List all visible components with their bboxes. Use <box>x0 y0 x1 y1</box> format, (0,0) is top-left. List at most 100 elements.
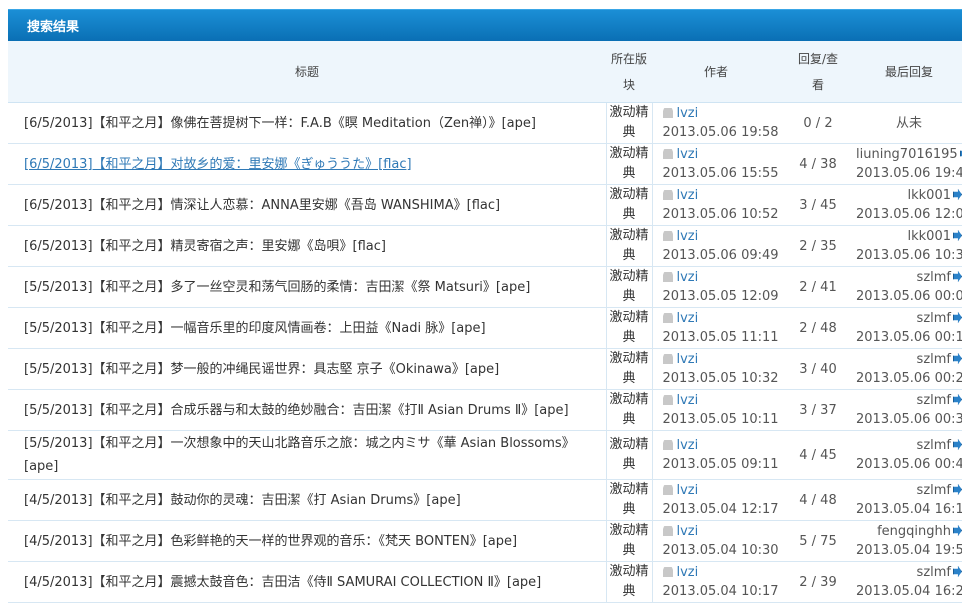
board-link[interactable]: 激动精 <box>609 269 648 284</box>
author-link[interactable]: lvzi <box>677 147 699 162</box>
author-cell: lvzi 2013.05.06 10:52 <box>652 184 780 226</box>
user-icon <box>662 440 673 450</box>
board-link-cont[interactable]: 典 <box>622 584 635 599</box>
goto-last-post-icon[interactable] <box>953 566 962 577</box>
author-link[interactable]: lvzi <box>677 352 699 367</box>
last-reply-cell: lkk001 2013.05.06 10:31 <box>856 225 962 267</box>
board-link-cont[interactable]: 典 <box>622 412 635 427</box>
board-link[interactable]: 激动精 <box>609 146 648 161</box>
goto-last-post-icon[interactable] <box>953 353 962 364</box>
last-reply-cell: fengqinghh 2013.05.04 19:55 <box>856 520 962 562</box>
last-reply-user-link[interactable]: szlmf <box>917 311 951 326</box>
goto-last-post-icon[interactable] <box>953 312 962 323</box>
goto-last-post-icon[interactable] <box>953 230 962 241</box>
thread-title-link[interactable]: [5/5/2013]【和平之月】合成乐器与和太鼓的绝妙融合：吉田潔《打Ⅱ Asi… <box>24 403 569 418</box>
thread-title-cell: [6/5/2013]【和平之月】像佛在菩提树下一样：F.A.B《瞑 Medita… <box>8 102 606 144</box>
thread-title-link[interactable]: [6/5/2013]【和平之月】精灵寄宿之声：里安娜《岛唄》[flac] <box>24 239 386 254</box>
table-header-row: 标题 所在版 块 作者 回复/查 看 最后回复 <box>8 41 962 103</box>
thread-title-link[interactable]: [4/5/2013]【和平之月】鼓动你的灵魂：吉田潔《打 Asian Drums… <box>24 493 461 508</box>
user-icon <box>662 567 673 577</box>
author-link[interactable]: lvzi <box>677 188 699 203</box>
last-reply-user-link[interactable]: szlmf <box>917 270 951 285</box>
board-link[interactable]: 激动精 <box>609 523 648 538</box>
board-link-cont[interactable]: 典 <box>622 166 635 181</box>
thread-title-cell: [4/5/2013]【和平之月】震撼太鼓音色：吉田洁《侍Ⅱ SAMURAI CO… <box>8 561 606 603</box>
goto-last-post-icon[interactable] <box>953 394 962 405</box>
thread-title-cell: [6/5/2013]【和平之月】情深让人恋慕：ANNA里安娜《吾岛 WANSHI… <box>8 184 606 226</box>
board-cell: 激动精 典 <box>605 307 653 349</box>
board-link[interactable]: 激动精 <box>609 228 648 243</box>
board-link[interactable]: 激动精 <box>609 392 648 407</box>
board-link[interactable]: 激动精 <box>609 482 648 497</box>
goto-last-post-icon[interactable] <box>953 439 962 450</box>
author-cell: lvzi 2013.05.05 11:11 <box>652 307 780 349</box>
board-link[interactable]: 激动精 <box>609 310 648 325</box>
board-cell: 激动精 典 <box>605 561 653 603</box>
last-reply-cell: szlmf 2013.05.06 00:33 <box>856 389 962 431</box>
author-link[interactable]: lvzi <box>677 565 699 580</box>
author-link[interactable]: lvzi <box>677 311 699 326</box>
user-icon <box>662 313 673 323</box>
board-link-cont[interactable]: 典 <box>622 457 635 472</box>
last-reply-user-link[interactable]: liuning7016195 <box>856 147 958 162</box>
thread-title-link[interactable]: [5/5/2013]【和平之月】多了一丝空灵和荡气回肠的柔情：吉田潔《祭 Mat… <box>24 280 530 295</box>
board-link-cont[interactable]: 典 <box>622 502 635 517</box>
board-link-cont[interactable]: 典 <box>622 543 635 558</box>
board-link-cont[interactable]: 典 <box>622 330 635 345</box>
author-link[interactable]: lvzi <box>677 106 699 121</box>
board-link[interactable]: 激动精 <box>609 351 648 366</box>
board-link[interactable]: 激动精 <box>609 437 648 452</box>
post-date: 2013.05.04 10:17 <box>662 584 779 599</box>
last-reply-user-link[interactable]: szlmf <box>917 438 951 453</box>
board-link-cont[interactable]: 典 <box>622 125 635 140</box>
post-date: 2013.05.04 10:30 <box>662 543 779 558</box>
goto-last-post-icon[interactable] <box>953 189 962 200</box>
thread-title-link[interactable]: [6/5/2013]【和平之月】对故乡的爱：里安娜《ぎゅううた》[flac] <box>24 157 412 172</box>
last-reply-user-link[interactable]: szlmf <box>917 352 951 367</box>
board-link-cont[interactable]: 典 <box>622 248 635 263</box>
author-link[interactable]: lvzi <box>677 483 699 498</box>
reply-view-count: 3 / 45 <box>780 184 856 226</box>
board-link[interactable]: 激动精 <box>609 105 648 120</box>
post-date: 2013.05.06 09:49 <box>662 248 779 263</box>
thread-title-link[interactable]: [6/5/2013]【和平之月】像佛在菩提树下一样：F.A.B《瞑 Medita… <box>24 116 536 131</box>
last-reply-user-link[interactable]: szlmf <box>917 483 951 498</box>
thread-title-link[interactable]: [6/5/2013]【和平之月】情深让人恋慕：ANNA里安娜《吾岛 WANSHI… <box>24 198 500 213</box>
post-date: 2013.05.05 09:11 <box>662 457 779 472</box>
goto-last-post-icon[interactable] <box>953 525 962 536</box>
last-reply-cell: lkk001 2013.05.06 12:00 <box>856 184 962 226</box>
post-date: 2013.05.06 19:58 <box>662 125 779 140</box>
author-link[interactable]: lvzi <box>677 393 699 408</box>
last-reply-user-link[interactable]: lkk001 <box>908 188 951 203</box>
thread-title-link[interactable]: [5/5/2013]【和平之月】一次想象中的天山北路音乐之旅：城之内ミサ《華 A… <box>24 436 575 474</box>
last-reply-date: 2013.05.04 19:55 <box>856 543 962 558</box>
author-link[interactable]: lvzi <box>677 438 699 453</box>
goto-last-post-icon[interactable] <box>953 271 962 282</box>
author-link[interactable]: lvzi <box>677 229 699 244</box>
board-link-cont[interactable]: 典 <box>622 207 635 222</box>
user-icon <box>662 526 673 536</box>
author-cell: lvzi 2013.05.04 10:17 <box>652 561 780 603</box>
last-reply-user-link[interactable]: fengqinghh <box>877 524 951 539</box>
reply-view-count: 0 / 2 <box>780 102 856 144</box>
board-link[interactable]: 激动精 <box>609 187 648 202</box>
goto-last-post-icon[interactable] <box>953 484 962 495</box>
thread-title-link[interactable]: [5/5/2013]【和平之月】一幅音乐里的印度风情画卷：上田益《Nadi 脉》… <box>24 321 486 336</box>
board-cell: 激动精 典 <box>605 479 653 521</box>
author-cell: lvzi 2013.05.04 10:30 <box>652 520 780 562</box>
author-link[interactable]: lvzi <box>677 270 699 285</box>
last-reply-user-link[interactable]: szlmf <box>917 393 951 408</box>
board-link-cont[interactable]: 典 <box>622 289 635 304</box>
thread-title-link[interactable]: [5/5/2013]【和平之月】梦一般的冲绳民谣世界：具志堅 京子《Okinaw… <box>24 362 499 377</box>
last-reply-user-link[interactable]: szlmf <box>917 565 951 580</box>
thread-title-link[interactable]: [4/5/2013]【和平之月】震撼太鼓音色：吉田洁《侍Ⅱ SAMURAI CO… <box>24 575 541 590</box>
col-header-author: 作者 <box>652 41 780 103</box>
user-icon <box>662 108 673 118</box>
author-link[interactable]: lvzi <box>677 524 699 539</box>
thread-title-cell: [4/5/2013]【和平之月】鼓动你的灵魂：吉田潔《打 Asian Drums… <box>8 479 606 521</box>
last-reply-user-link[interactable]: lkk001 <box>908 229 951 244</box>
board-link[interactable]: 激动精 <box>609 564 648 579</box>
last-reply-cell: szlmf 2013.05.04 16:13 <box>856 479 962 521</box>
thread-title-link[interactable]: [4/5/2013]【和平之月】色彩鲜艳的天一样的世界观的音乐：《梵天 BONT… <box>24 534 517 549</box>
board-link-cont[interactable]: 典 <box>622 371 635 386</box>
